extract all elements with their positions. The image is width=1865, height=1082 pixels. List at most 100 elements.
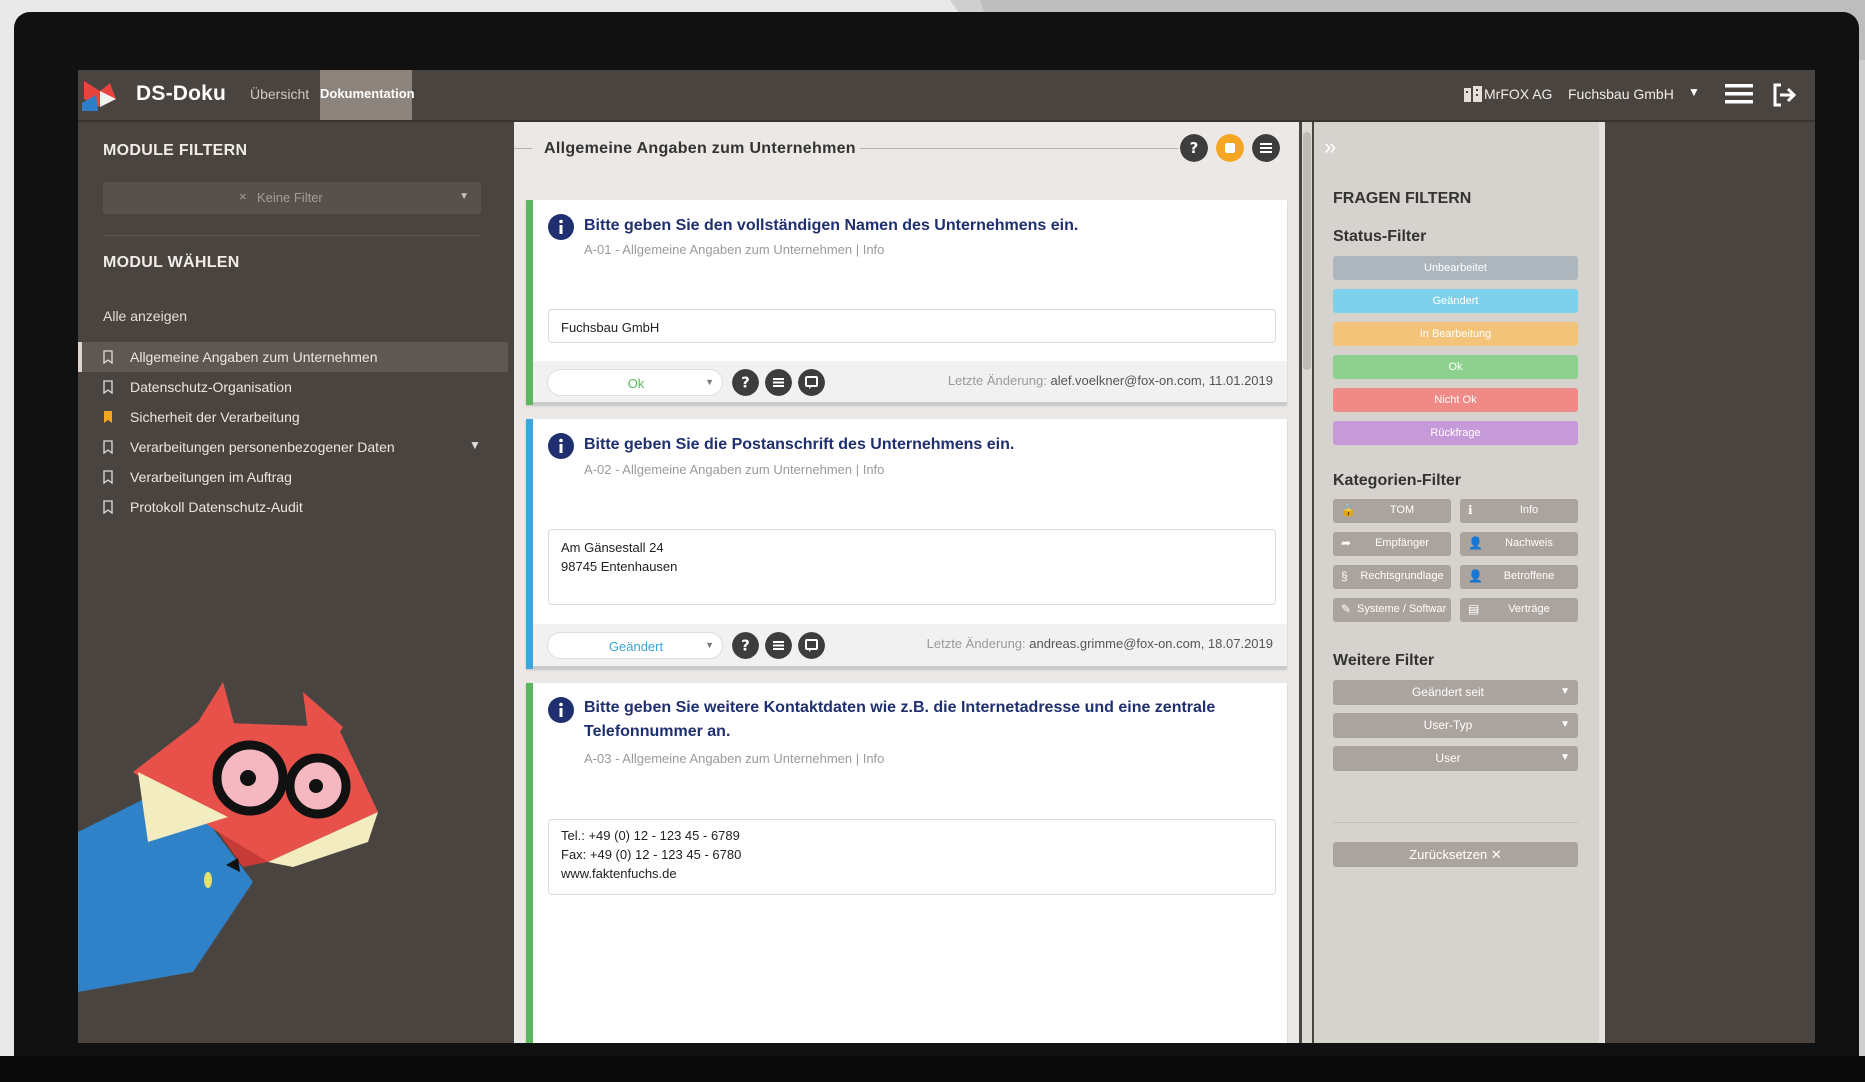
panel-scrollbar[interactable] — [1599, 122, 1605, 1043]
list-icon[interactable] — [765, 369, 792, 396]
monitor-bottom — [0, 1056, 1865, 1082]
last-change: Letzte Änderung: alef.voelkner@fox-on.co… — [947, 373, 1273, 388]
module-item-datenschutz-organisation[interactable]: Datenschutz-Organisation — [78, 372, 508, 402]
company-icon — [1464, 86, 1482, 102]
answer-textarea[interactable]: Tel.: +49 (0) 12 - 123 45 - 6789 Fax: +4… — [548, 819, 1276, 895]
module-item-label: Verarbeitungen im Auftrag — [130, 469, 292, 485]
question-footer: Geändert ▼ ? Letzte Änderung: andreas.gr… — [533, 624, 1287, 666]
show-all-link[interactable]: Alle anzeigen — [103, 308, 187, 324]
user-select[interactable]: User ▼ — [1333, 746, 1578, 771]
category-filter-betroffene[interactable]: 👤 Betroffene — [1460, 565, 1578, 589]
answer-line: Am Gänsestall 24 — [561, 540, 664, 555]
question-filter-panel: » FRAGEN FILTERN Status-Filter Unbearbei… — [1314, 122, 1605, 1043]
category-filter-info[interactable]: ℹ Info — [1460, 499, 1578, 523]
hamburger-menu-icon[interactable] — [1725, 81, 1753, 107]
chevron-down-icon: ▼ — [705, 640, 714, 650]
info-icon — [548, 433, 574, 459]
module-sidebar: MODULE FILTERN × Keine Filter ▼ MODUL WÄ… — [78, 122, 508, 1043]
wrench-icon: ✎ — [1341, 602, 1352, 616]
divider — [514, 148, 532, 149]
question-text: Bitte geben Sie weitere Kontaktdaten wie… — [584, 699, 1216, 740]
fox-mascot-illustration — [78, 682, 378, 992]
module-item-protokoll-audit[interactable]: Protokoll Datenschutz-Audit — [78, 492, 508, 522]
module-item-sicherheit[interactable]: Sicherheit der Verarbeitung — [78, 402, 508, 432]
category-filter-empfaenger[interactable]: ➦ Empfänger — [1333, 532, 1451, 556]
reset-filters-button[interactable]: Zurücksetzen ✕ — [1333, 842, 1578, 867]
svg-text:?: ? — [741, 637, 750, 655]
help-icon[interactable]: ? — [732, 369, 759, 396]
answer-input[interactable]: Fuchsbau GmbH — [548, 309, 1276, 343]
comment-icon[interactable] — [798, 369, 825, 396]
bookmark-icon — [103, 500, 113, 514]
module-item-verarbeitungen-personenbezogener-daten[interactable]: Verarbeitungen personenbezogener Daten ▼ — [78, 432, 508, 462]
question-list: Allgemeine Angaben zum Unternehmen ? Bit… — [514, 122, 1299, 1043]
app-name: DS-Doku — [136, 82, 227, 105]
category-filter-heading: Kategorien-Filter — [1333, 472, 1462, 489]
status-filter-heading: Status-Filter — [1333, 228, 1427, 245]
category-filter-nachweis[interactable]: 👤 Nachweis — [1460, 532, 1578, 556]
status-value: Geändert — [608, 639, 664, 654]
bookmark-icon — [103, 380, 113, 394]
main-scrollbar[interactable] — [1302, 122, 1312, 1043]
category-filter-tom[interactable]: 🔒 TOM — [1333, 499, 1451, 523]
svg-text:?: ? — [1190, 139, 1199, 157]
question-meta: A-03 - Allgemeine Angaben zum Unternehme… — [584, 751, 885, 766]
module-item-label: Datenschutz-Organisation — [130, 379, 292, 395]
list-icon[interactable] — [1252, 134, 1280, 162]
module-filter-heading: MODULE FILTERN — [103, 142, 248, 159]
comment-icon[interactable] — [798, 632, 825, 659]
svg-text:?: ? — [741, 374, 750, 392]
app-screen: DS-Doku Übersicht Dokumentation MrFOX AG… — [78, 70, 1815, 1043]
help-icon[interactable]: ? — [1180, 134, 1208, 162]
expand-caret-icon[interactable]: ▼ — [469, 438, 481, 452]
status-filter-geaendert[interactable]: Geändert — [1333, 289, 1578, 313]
chevron-down-icon[interactable]: ▼ — [1688, 85, 1700, 99]
user-type-select[interactable]: User-Typ ▼ — [1333, 713, 1578, 738]
company-name: MrFOX AG — [1484, 86, 1553, 102]
category-filter-vertraege[interactable]: ▤ Verträge — [1460, 598, 1578, 622]
collapse-panel-icon[interactable]: » — [1324, 134, 1336, 160]
choose-module-heading: MODUL WÄHLEN — [103, 254, 240, 271]
answer-line: Tel.: +49 (0) 12 - 123 45 - 6789 — [561, 828, 740, 843]
info-icon — [548, 697, 574, 723]
chevron-down-icon: ▼ — [1560, 752, 1570, 763]
module-item-allgemeine-angaben[interactable]: Allgemeine Angaben zum Unternehmen — [78, 342, 508, 372]
divider — [1333, 822, 1578, 823]
answer-line: www.faktenfuchs.de — [561, 866, 677, 881]
answer-line: Fax: +49 (0) 12 - 123 45 - 6780 — [561, 847, 742, 862]
logout-icon[interactable] — [1771, 82, 1797, 108]
status-filter-unbearbeitet[interactable]: Unbearbeitet — [1333, 256, 1578, 280]
status-filter-ok[interactable]: Ok — [1333, 355, 1578, 379]
chevron-down-icon[interactable]: ▼ — [459, 191, 469, 202]
question-text: Bitte geben Sie die Postanschrift des Un… — [584, 436, 1015, 453]
module-item-label: Allgemeine Angaben zum Unternehmen — [130, 349, 378, 365]
category-filter-systeme-software[interactable]: ✎ Systeme / Software — [1333, 598, 1451, 622]
question-card: Bitte geben Sie den vollständigen Namen … — [526, 200, 1287, 405]
divider — [103, 235, 481, 236]
lock-icon: 🔒 — [1341, 503, 1356, 517]
status-filter-rueckfrage[interactable]: Rückfrage — [1333, 421, 1578, 445]
module-filter-select[interactable]: × Keine Filter ▼ — [103, 182, 481, 214]
top-navigation-bar: DS-Doku Übersicht Dokumentation MrFOX AG… — [78, 70, 1815, 122]
category-filter-rechtsgrundlage[interactable]: § Rechtsgrundlage — [1333, 565, 1451, 589]
status-select[interactable]: Geändert ▼ — [547, 632, 723, 659]
module-item-label: Sicherheit der Verarbeitung — [130, 409, 300, 425]
tab-overview[interactable]: Übersicht — [236, 70, 323, 120]
last-change: Letzte Änderung: andreas.grimme@fox-on.c… — [926, 636, 1273, 651]
module-item-label: Verarbeitungen personenbezogener Daten — [130, 439, 395, 455]
clear-filter-icon[interactable]: × — [239, 189, 247, 204]
scrollbar-thumb[interactable] — [1303, 132, 1311, 370]
answer-textarea[interactable]: Am Gänsestall 24 98745 Entenhausen — [548, 529, 1276, 605]
orange-action-icon[interactable] — [1216, 134, 1244, 162]
status-select[interactable]: Ok ▼ — [547, 369, 723, 396]
changed-since-select[interactable]: Geändert seit ▼ — [1333, 680, 1578, 705]
client-selector[interactable]: Fuchsbau GmbH — [1568, 86, 1674, 102]
bookmark-icon — [103, 440, 113, 454]
answer-line: 98745 Entenhausen — [561, 559, 678, 574]
status-filter-nicht-ok[interactable]: Nicht Ok — [1333, 388, 1578, 412]
tab-documentation[interactable]: Dokumentation — [320, 70, 415, 120]
help-icon[interactable]: ? — [732, 632, 759, 659]
status-filter-in-bearbeitung[interactable]: In Bearbeitung — [1333, 322, 1578, 346]
module-item-verarbeitungen-im-auftrag[interactable]: Verarbeitungen im Auftrag — [78, 462, 508, 492]
list-icon[interactable] — [765, 632, 792, 659]
